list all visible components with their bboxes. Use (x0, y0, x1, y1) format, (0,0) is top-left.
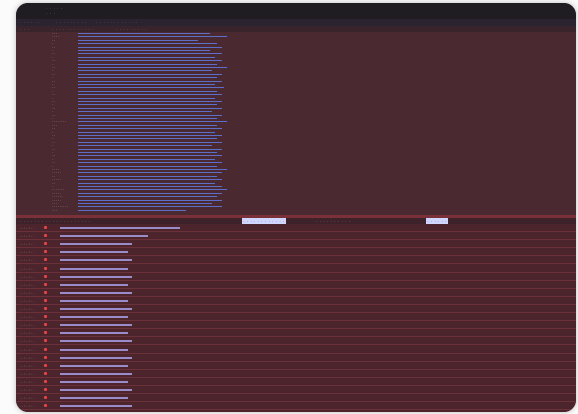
log-row[interactable]: ··:··:······ ······· ········ (16, 346, 576, 354)
log-timestamp: ··:··:·· (20, 363, 35, 368)
error-marker-icon (44, 274, 47, 278)
log-timestamp: ··:··:·· (20, 242, 35, 247)
window-subtitle: · · · (46, 11, 56, 15)
log-row[interactable]: ··:··:······ ······· ········ (16, 256, 576, 265)
log-timestamp: ··:··:·· (20, 290, 35, 295)
error-marker-icon (44, 371, 47, 375)
log-timestamp: ··:··:·· (20, 347, 35, 352)
error-marker-icon (44, 396, 47, 400)
error-marker-icon (44, 388, 47, 391)
error-marker-icon (44, 234, 47, 238)
error-marker-icon (44, 331, 47, 335)
path-segment-1[interactable]: · · · · · · · · · (56, 19, 87, 26)
log-timestamp: ··:··:·· (20, 307, 35, 311)
error-marker-icon (44, 339, 47, 343)
error-marker-icon (44, 250, 47, 254)
path-prefix: · · · · · · (20, 20, 40, 24)
log-row[interactable]: ··:··:······ ······· ········ ··········… (16, 224, 576, 232)
log-timestamp: ··:··:·· (20, 274, 35, 279)
log-row[interactable]: ··:··:······ ······· ········ (16, 265, 576, 273)
log-row[interactable]: ··:··:······ ······· ········ (16, 240, 576, 249)
error-marker-icon (44, 315, 47, 319)
log-timestamp: ··:··:·· (20, 258, 35, 263)
error-marker-icon (44, 298, 47, 302)
terminal-window: · · · · · · · · · · · · · · · · · · · · … (16, 3, 576, 412)
error-marker-icon (44, 282, 47, 286)
tree-row-name: ··· (52, 207, 58, 212)
log-row[interactable]: ··:··:······ ······· ········ (16, 386, 576, 394)
log-row[interactable]: ··:··:······ ······· ········ (16, 378, 576, 386)
log-row[interactable]: ··:··:······ ······· ········ (16, 281, 576, 289)
log-row[interactable]: ··:··:······ ······· ········ (16, 402, 576, 411)
log-timestamp: ··:··:·· (20, 323, 35, 328)
log-row[interactable]: ··:··:······ ······· ········ (16, 297, 576, 305)
log-timestamp: ··:··:·· (20, 250, 35, 255)
log-timestamp: ··:··:·· (20, 355, 35, 360)
log-row[interactable]: ··:··:······ ······· ········ (16, 329, 576, 338)
log-row[interactable]: ··:··:······ ······· ········ (16, 248, 576, 257)
log-timestamp: ··:··:·· (20, 282, 35, 287)
log-row[interactable]: ··:··:······ ······· ········ (16, 337, 576, 346)
log-timestamp: ··:··:·· (20, 371, 35, 376)
log-timestamp: ··:··:·· (20, 234, 35, 239)
tree-panel: ··· ···· ·· · ·· · ·· · ·· · ·· · ·· · ·· · ·· · ·· · ·· · ·· ·… (16, 32, 576, 214)
log-row[interactable]: ··:··:······ ······· ········ (16, 289, 576, 297)
log-timestamp: ··:··:·· (20, 298, 35, 303)
path-bar: · · · · · · · · · · · · · · · · · · · · … (16, 19, 576, 26)
error-marker-icon (44, 290, 47, 294)
path-segment-2[interactable]: · · · · · · · · · · · · (96, 19, 138, 26)
log-row[interactable]: ··:··:······ ······· ········ (16, 313, 576, 322)
log-row[interactable]: ··:··:······ ······· ········ (16, 354, 576, 362)
log-timestamp: ··:··:·· (20, 331, 35, 336)
log-timestamp: ··:··:·· (20, 226, 35, 230)
error-marker-icon (44, 266, 47, 270)
log-timestamp: ··:··:·· (20, 404, 35, 409)
error-marker-icon (44, 379, 47, 383)
window-title-bar: · · · · · · · · (16, 3, 576, 19)
error-marker-icon (44, 363, 47, 367)
error-marker-icon (44, 404, 47, 408)
error-marker-icon (44, 323, 47, 327)
log-timestamp: ··:··:·· (20, 339, 35, 344)
window-title: · · · · · (46, 6, 63, 10)
tree-row[interactable]: ················ (16, 207, 576, 212)
error-marker-icon (44, 307, 47, 310)
log-timestamp: ··:··:·· (20, 379, 35, 384)
log-row[interactable]: ··:··:······ ······· ········ ······ (16, 232, 576, 241)
log-panel: ··:··:······ ······· ········ ··········… (16, 224, 576, 412)
error-marker-icon (44, 347, 47, 351)
error-marker-icon (44, 226, 47, 229)
log-timestamp: ··:··:·· (20, 388, 35, 392)
log-row[interactable]: ··:··:······ ······· ········ (16, 305, 576, 313)
log-timestamp: ··:··:·· (20, 315, 35, 320)
log-row[interactable]: ··:··:······ ······· ········ (16, 321, 576, 330)
log-timestamp: ··:··:·· (20, 266, 35, 271)
error-marker-icon (44, 242, 47, 246)
error-marker-icon (44, 355, 47, 359)
log-timestamp: ··:··:·· (20, 396, 35, 401)
log-row[interactable]: ··:··:······ ······· ········ (16, 273, 576, 281)
log-row[interactable]: ··:··:······ ······· ········ (16, 362, 576, 370)
log-row[interactable]: ··:··:······ ······· ········ (16, 394, 576, 403)
log-row[interactable]: ··:··:······ ······· ········ (16, 370, 576, 378)
error-marker-icon (44, 258, 47, 262)
